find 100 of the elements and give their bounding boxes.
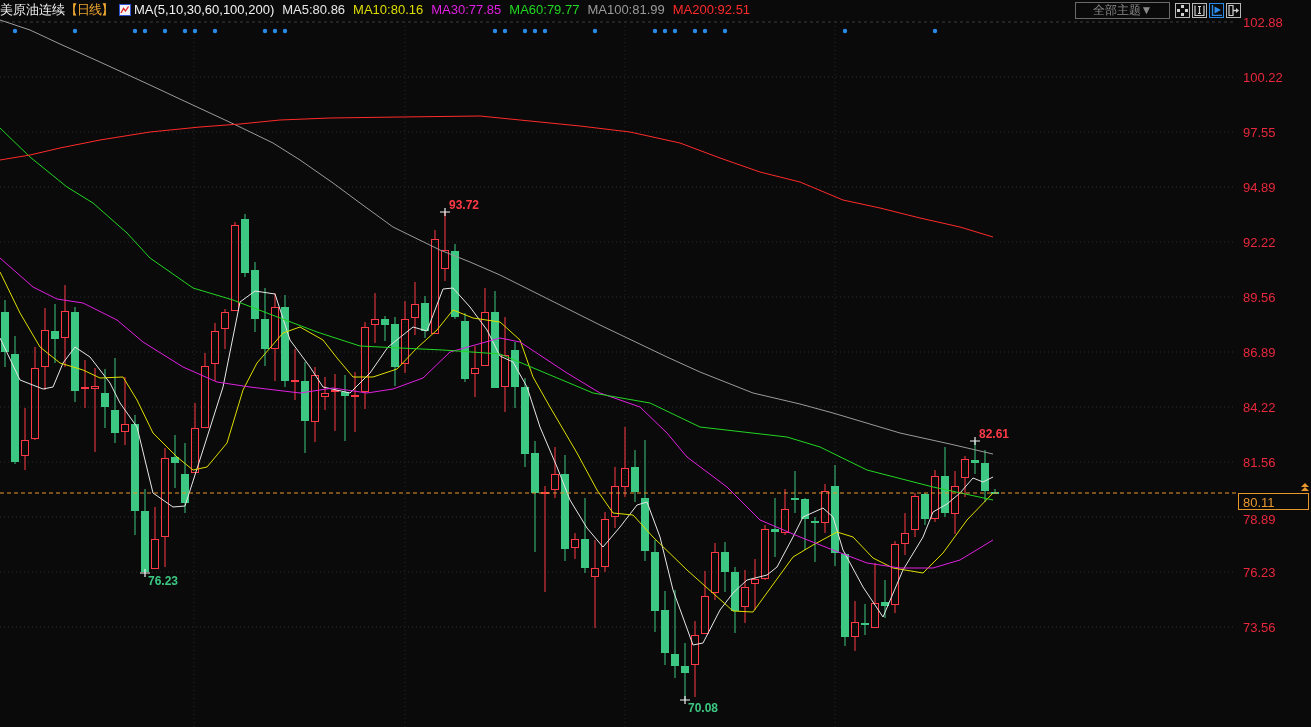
rising-candlestick xyxy=(911,492,919,538)
triangle-marker-icon xyxy=(1211,4,1222,16)
cross-marker-icon xyxy=(969,436,981,446)
falling-candlestick xyxy=(51,303,59,364)
crosshair-icon xyxy=(1177,4,1188,16)
event-marker-icon[interactable] xyxy=(722,28,728,34)
event-marker-icon[interactable] xyxy=(492,28,498,34)
event-marker-icon[interactable] xyxy=(702,28,708,34)
rising-candlestick xyxy=(821,483,829,534)
crosshair-button[interactable] xyxy=(1175,2,1190,18)
falling-candlestick xyxy=(881,579,889,619)
rising-candlestick xyxy=(751,558,759,611)
rising-candlestick xyxy=(951,470,959,535)
rising-candlestick xyxy=(331,373,339,432)
price-axis-label: 84.22 xyxy=(1243,399,1276,415)
falling-candlestick xyxy=(921,492,929,526)
price-annotation: 76.23 xyxy=(148,574,179,588)
rising-candlestick xyxy=(621,426,629,498)
range-button[interactable] xyxy=(1192,2,1207,18)
falling-candlestick xyxy=(341,374,349,442)
falling-candlestick xyxy=(941,446,949,518)
rising-candlestick xyxy=(961,455,969,498)
rising-candlestick xyxy=(471,345,479,398)
falling-candlestick xyxy=(251,261,259,333)
event-marker-icon[interactable] xyxy=(542,28,548,34)
event-marker-icon[interactable] xyxy=(652,28,658,34)
rising-candlestick xyxy=(741,569,749,624)
last-price-label: 80.11 xyxy=(1238,493,1309,510)
falling-candlestick xyxy=(811,516,819,563)
indicator-name: MA(5,10,30,60,100,200) xyxy=(134,1,275,19)
price-axis-label: 73.56 xyxy=(1243,619,1276,635)
theme-dropdown[interactable]: 全部主题▼ xyxy=(1075,1,1170,19)
rising-candlestick xyxy=(321,376,329,411)
rising-candlestick xyxy=(901,512,909,556)
event-marker-icon[interactable] xyxy=(132,28,138,34)
falling-candlestick xyxy=(181,442,189,514)
rising-candlestick xyxy=(291,348,299,401)
rising-candlestick xyxy=(211,322,219,382)
cross-marker-icon xyxy=(439,207,451,217)
falling-candlestick xyxy=(511,341,519,409)
cross-marker-icon xyxy=(139,568,151,578)
event-marker-icon[interactable] xyxy=(272,28,278,34)
double-chevron-up-icon xyxy=(1301,483,1309,491)
bar-range-icon xyxy=(1194,4,1205,16)
falling-candlestick xyxy=(381,315,389,342)
falling-candlestick xyxy=(391,316,399,387)
event-marker-icon[interactable] xyxy=(72,28,78,34)
price-axis-label: 89.56 xyxy=(1243,289,1276,305)
falling-candlestick xyxy=(241,213,249,278)
event-marker-icon[interactable] xyxy=(522,28,528,34)
price-axis-label: 76.23 xyxy=(1243,564,1276,580)
rising-candlestick xyxy=(871,562,879,628)
rising-candlestick xyxy=(551,446,559,499)
event-marker-icon[interactable] xyxy=(282,28,288,34)
falling-candlestick xyxy=(991,488,999,495)
event-marker-icon[interactable] xyxy=(672,28,678,34)
rising-candlestick xyxy=(371,292,379,344)
exit-arrow-icon xyxy=(1228,4,1239,16)
rising-candlestick xyxy=(411,281,419,336)
falling-candlestick xyxy=(631,449,639,503)
event-marker-icon[interactable] xyxy=(12,28,18,34)
event-marker-icon[interactable] xyxy=(502,28,508,34)
event-marker-icon[interactable] xyxy=(842,28,848,34)
rising-candlestick xyxy=(191,402,199,473)
ma-value: MA100:81.99 xyxy=(587,1,665,19)
rising-candlestick xyxy=(701,570,709,634)
price-axis-label: 81.56 xyxy=(1243,454,1276,470)
rising-candlestick xyxy=(21,407,29,471)
exit-button[interactable] xyxy=(1226,2,1241,18)
price-annotation: 82.61 xyxy=(979,427,1010,441)
falling-candlestick xyxy=(721,541,729,593)
event-marker-icon[interactable] xyxy=(532,28,538,34)
rising-candlestick xyxy=(931,469,939,523)
event-marker-icon[interactable] xyxy=(212,28,218,34)
event-marker-icon[interactable] xyxy=(692,28,698,34)
price-axis-label: 78.89 xyxy=(1243,511,1276,527)
chart-icon[interactable] xyxy=(119,4,131,16)
falling-candlestick xyxy=(461,312,469,383)
event-marker-icon[interactable] xyxy=(142,28,148,34)
event-marker-icon[interactable] xyxy=(262,28,268,34)
event-marker-icon[interactable] xyxy=(182,28,188,34)
rising-candlestick xyxy=(781,488,789,536)
marker-button[interactable] xyxy=(1209,2,1224,18)
rising-candlestick xyxy=(221,308,229,350)
falling-candlestick xyxy=(421,295,429,339)
rising-candlestick xyxy=(151,506,159,569)
event-marker-icon[interactable] xyxy=(162,28,168,34)
falling-candlestick xyxy=(791,470,799,514)
rising-candlestick xyxy=(851,600,859,652)
event-marker-icon[interactable] xyxy=(662,28,668,34)
falling-candlestick xyxy=(981,449,989,503)
event-marker-icon[interactable] xyxy=(932,28,938,34)
rising-candlestick xyxy=(761,524,769,581)
ma-value: MA60:79.77 xyxy=(509,1,580,19)
rising-candlestick xyxy=(81,359,89,409)
event-marker-icon[interactable] xyxy=(592,28,598,34)
rising-candlestick xyxy=(611,466,619,529)
falling-candlestick xyxy=(101,368,109,429)
event-marker-icon[interactable] xyxy=(192,28,198,34)
falling-candlestick xyxy=(731,566,739,634)
